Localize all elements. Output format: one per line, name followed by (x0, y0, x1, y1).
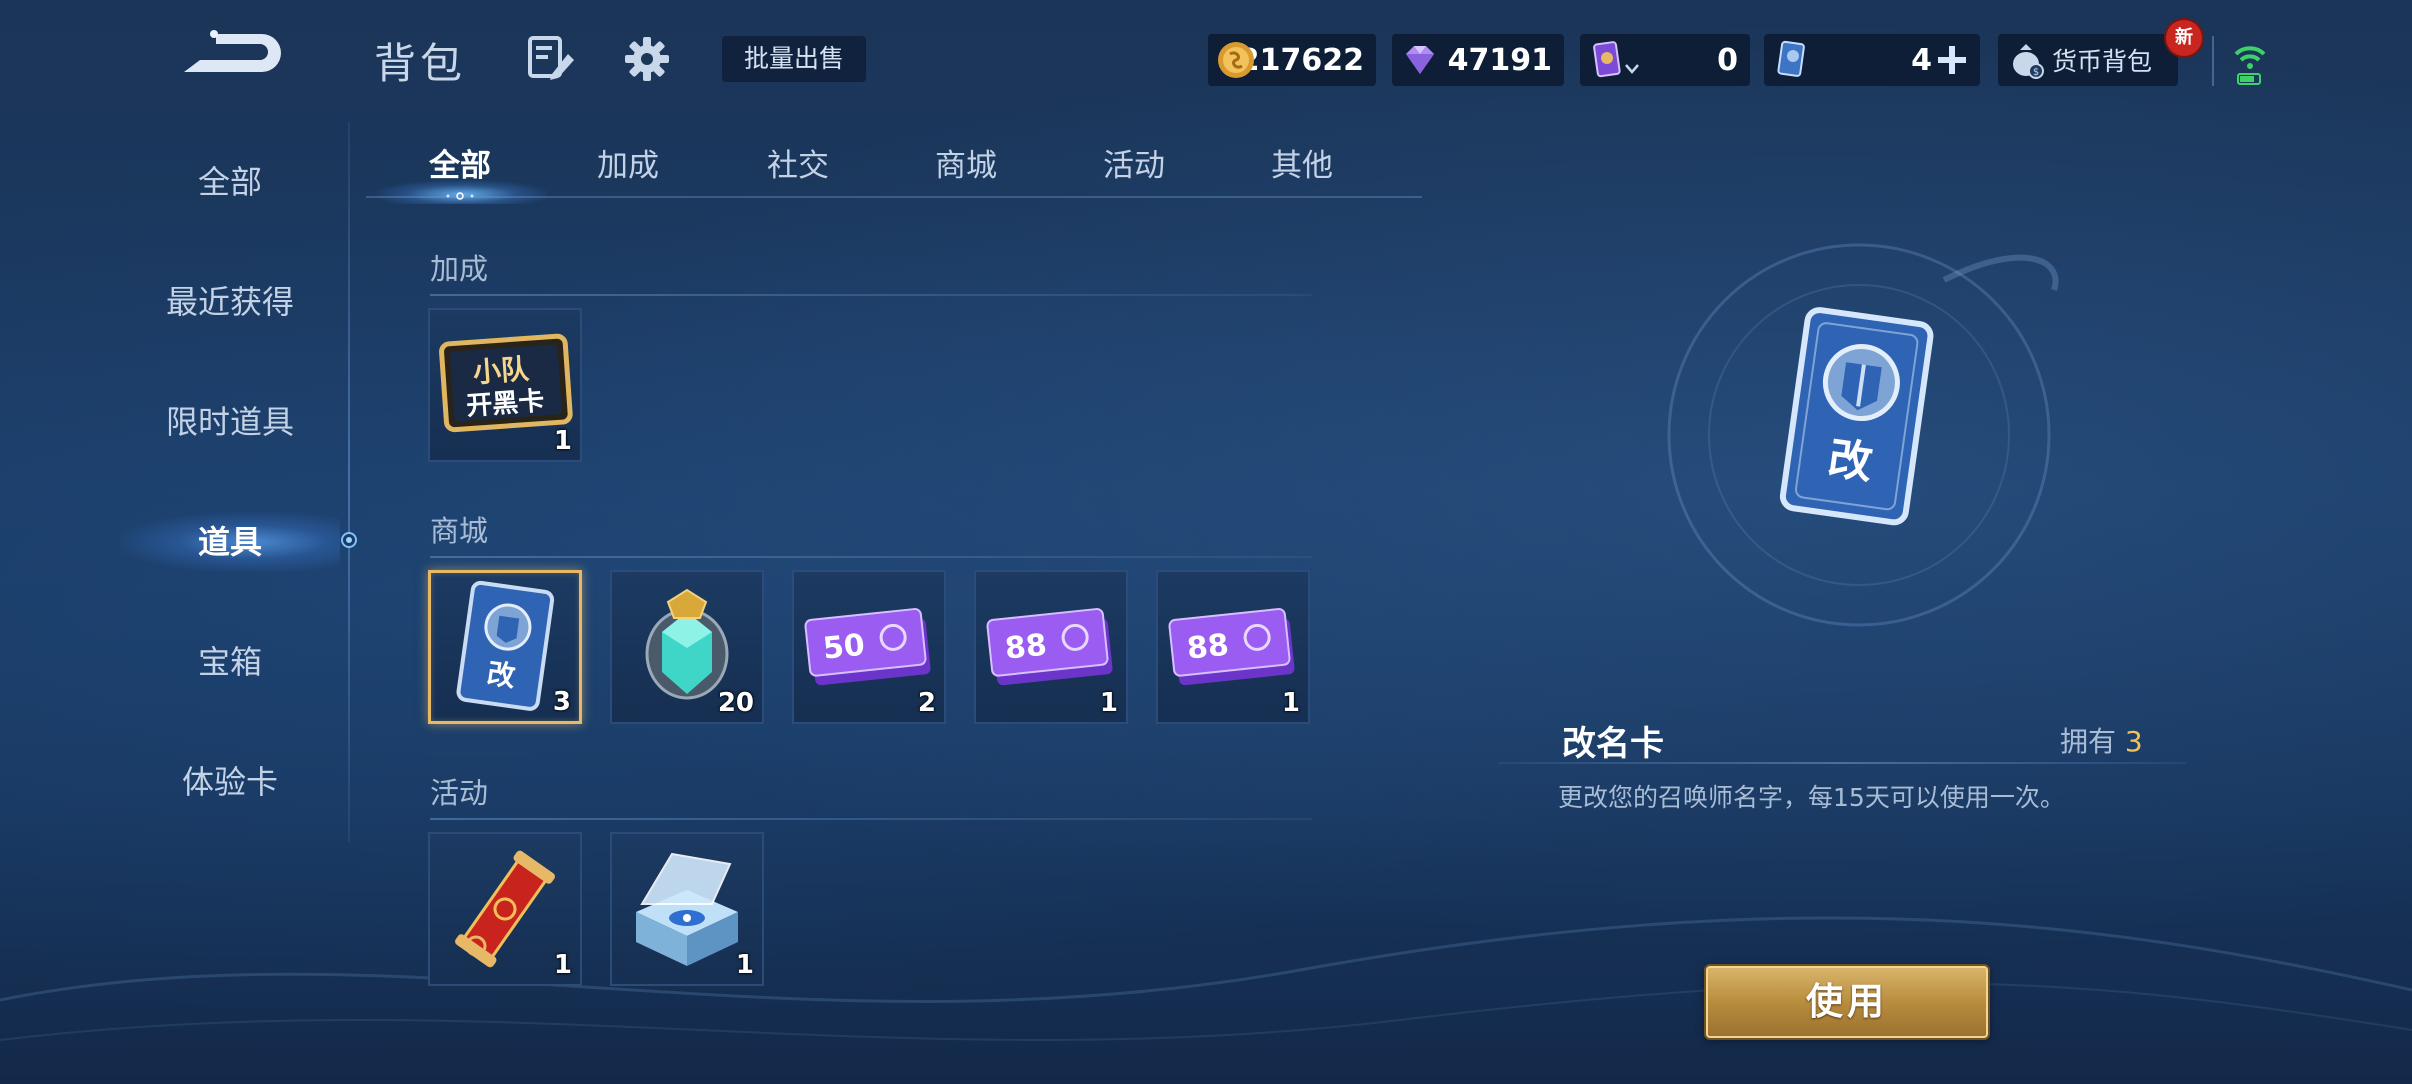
tab-events[interactable]: 活动 (1076, 138, 1192, 194)
item-slot[interactable]: 88 1 (1156, 570, 1310, 724)
gold-coin-icon (1218, 42, 1254, 78)
item-count: 1 (735, 950, 754, 980)
item-slot[interactable]: 50 2 (792, 570, 946, 724)
item-slot[interactable]: 1 (610, 832, 764, 986)
item-count: 1 (1281, 688, 1300, 718)
item-slot-selected[interactable]: 改 3 (428, 570, 582, 724)
sidebar-item-trial-cards[interactable]: 体验卡 (120, 752, 340, 812)
tab-active-indicator (446, 192, 474, 200)
purple-card-balance[interactable]: 0 (1580, 34, 1750, 86)
blue-card-icon (1777, 40, 1805, 77)
item-count: 1 (1099, 688, 1118, 718)
sidebar-item-chests[interactable]: 宝箱 (120, 632, 340, 692)
item-count: 3 (552, 687, 571, 717)
section-title-events: 活动 (430, 776, 489, 810)
detail-divider (1498, 762, 2186, 764)
item-slot[interactable]: 20 (610, 570, 764, 724)
tab-other[interactable]: 其他 (1244, 138, 1360, 194)
plus-icon[interactable] (1934, 42, 1970, 78)
gem-balance: 47191 (1392, 34, 1564, 86)
item-slot[interactable]: 88 1 (974, 570, 1128, 724)
gear-icon[interactable] (622, 34, 672, 84)
sidebar-item-limited[interactable]: 限时道具 (120, 392, 340, 452)
money-bag-icon: $ (2013, 44, 2044, 79)
svg-text:88: 88 (1185, 628, 1230, 667)
section-title-bonus: 加成 (430, 252, 489, 286)
tab-shop[interactable]: 商城 (908, 138, 1024, 194)
sidebar-item-recent[interactable]: 最近获得 (120, 272, 340, 332)
tab-social[interactable]: 社交 (740, 138, 856, 194)
section-title-shop: 商城 (430, 514, 489, 548)
svg-text:改: 改 (485, 657, 517, 694)
item-slot[interactable]: 小队 开黑卡 1 (428, 308, 582, 462)
wallet-label: 货币背包 (2052, 47, 2153, 76)
svg-text:88: 88 (1003, 628, 1048, 667)
edit-list-icon[interactable] (526, 34, 576, 84)
diamond-icon (1406, 46, 1434, 74)
batch-sell-button[interactable]: 批量出售 (722, 36, 866, 82)
page-title: 背包 (374, 39, 467, 88)
rename-card-balance: 4 (1764, 34, 1980, 86)
section-divider (430, 556, 1312, 558)
sidebar-item-items[interactable]: 道具 (120, 512, 340, 572)
topbar-divider (2212, 36, 2214, 86)
item-name: 改名卡 (1562, 724, 1664, 764)
tab-all[interactable]: 全部 (402, 138, 518, 194)
rename-card-count: 4 (1911, 42, 1932, 78)
sidebar-item-all[interactable]: 全部 (120, 152, 340, 212)
owned-number: 3 (2124, 725, 2143, 758)
wifi-signal-icon (2234, 46, 2266, 85)
coin-amount: 217622 (1238, 42, 1364, 78)
use-button[interactable]: 使用 (1706, 966, 1988, 1038)
rename-card-icon: 改 (1779, 307, 1934, 526)
section-divider (430, 294, 1312, 296)
sidebar-divider (348, 122, 350, 842)
gem-amount: 47191 (1447, 42, 1552, 78)
owned-label: 拥有 (2060, 725, 2117, 758)
svg-text:改: 改 (1825, 433, 1876, 490)
item-description: 更改您的召唤师名字，每15天可以使用一次。 (1558, 783, 2065, 812)
tab-bonus[interactable]: 加成 (570, 138, 686, 194)
background-swirl (0, 916, 2412, 1041)
item-count: 20 (717, 688, 754, 718)
svg-text:小队: 小队 (472, 352, 531, 389)
item-count: 1 (553, 950, 572, 980)
svg-text:$: $ (2033, 67, 2039, 78)
tabs-underline (366, 196, 1422, 198)
coin-balance: 217622 (1208, 34, 1376, 86)
item-slot[interactable]: 1 (428, 832, 582, 986)
purple-card-icon (1593, 41, 1621, 78)
currency-wallet-button[interactable]: $ 货币背包 (1998, 34, 2178, 86)
sidebar-active-indicator (341, 532, 357, 548)
back-arrow-icon[interactable] (176, 24, 282, 82)
svg-text:开黑卡: 开黑卡 (465, 386, 545, 421)
item-count: 2 (917, 688, 936, 718)
new-badge: 新 (2166, 20, 2202, 56)
svg-text:50: 50 (821, 628, 866, 667)
item-count: 1 (553, 426, 572, 456)
section-divider (430, 818, 1312, 820)
owned-count: 拥有 3 (2060, 720, 2143, 760)
chevron-down-icon (1625, 64, 1639, 74)
purple-card-count: 0 (1717, 42, 1738, 78)
